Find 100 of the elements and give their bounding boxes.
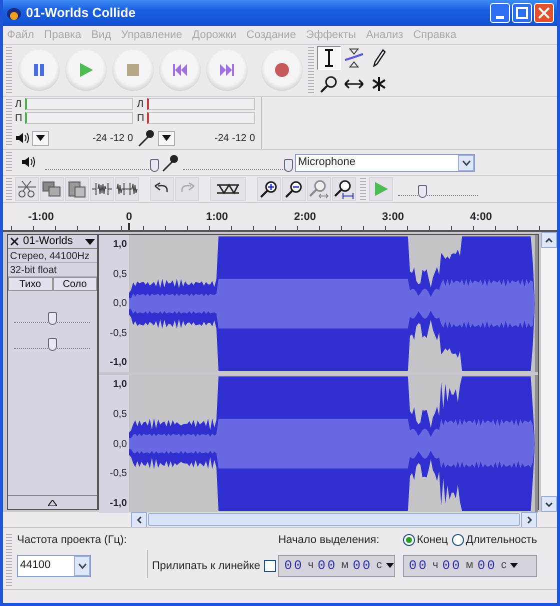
speaker-icon xyxy=(21,156,35,168)
solo-button[interactable]: Соло xyxy=(52,277,97,291)
zoom-in-button[interactable] xyxy=(257,177,281,201)
rate-label: Частота проекта (Гц): xyxy=(17,533,128,548)
zoom-out-button[interactable] xyxy=(282,177,306,201)
close-icon xyxy=(537,6,551,20)
chevron-icon xyxy=(545,238,553,242)
dropdown-button[interactable] xyxy=(32,130,49,146)
channel-label: П xyxy=(15,112,23,126)
envelope-icon xyxy=(344,48,364,68)
chevron-icon xyxy=(462,160,470,166)
input-source-dropdown[interactable]: Microphone xyxy=(295,154,475,172)
undo-button[interactable] xyxy=(150,177,174,201)
slider-thumb[interactable] xyxy=(418,185,427,198)
pan-slider-thumb[interactable] xyxy=(48,338,57,351)
rate-dropdown[interactable]: 44100 xyxy=(17,554,91,576)
fit-project-button[interactable] xyxy=(332,177,356,201)
slider-thumb[interactable] xyxy=(284,158,293,172)
double-arrow-icon xyxy=(344,78,364,88)
silence-button[interactable] xyxy=(115,177,139,201)
selection-start-label: Начало выделения: xyxy=(278,533,380,548)
copy-icon xyxy=(42,181,62,197)
scale-label: 0,0 xyxy=(113,438,127,452)
scroll-down-button[interactable] xyxy=(541,496,557,512)
maximize-icon xyxy=(515,6,529,20)
radio-button[interactable]: Длительность xyxy=(452,532,538,548)
scale-label: -1,0 xyxy=(110,356,127,370)
window-title: 01-Worlds Collide xyxy=(26,4,137,22)
chevron-icon xyxy=(545,502,553,506)
trim-button[interactable] xyxy=(90,177,114,201)
silence-icon xyxy=(116,181,138,197)
cut-button[interactable] xyxy=(15,177,39,201)
meter-tick-label: -12 xyxy=(232,132,246,146)
caret-icon xyxy=(85,238,95,244)
microphone-icon xyxy=(161,154,179,172)
scroll-right-button[interactable] xyxy=(521,512,537,528)
chevron-icon xyxy=(136,516,142,524)
link-icon xyxy=(216,182,240,196)
scroll-up-button[interactable] xyxy=(541,232,557,248)
zoom-out-icon xyxy=(285,180,303,198)
scrollbar-thumb[interactable] xyxy=(148,513,520,526)
scale-label: 0,0 xyxy=(113,297,127,312)
chevron-icon xyxy=(78,562,86,568)
caret-icon xyxy=(36,135,45,141)
scale-label: -1,0 xyxy=(110,496,127,511)
skip-start-icon xyxy=(172,63,188,77)
ruler-label: 2:00 xyxy=(294,210,316,225)
pencil-icon xyxy=(372,49,386,67)
zoom-fit-icon xyxy=(309,179,329,199)
snap-checkbox[interactable]: Прилипать к линейке xyxy=(152,558,276,574)
meter-tick-label: 0 xyxy=(249,132,255,146)
meter-tick-label: -24 xyxy=(214,132,229,146)
paste-button[interactable] xyxy=(65,177,89,201)
caret-icon xyxy=(386,563,394,568)
paste-icon xyxy=(68,180,86,198)
ruler-label: 4:00 xyxy=(470,210,492,225)
channel-label: П xyxy=(137,112,145,126)
meter-tick-label: -24 xyxy=(92,132,107,146)
scale-label: -0,5 xyxy=(110,467,127,482)
trim-icon xyxy=(91,181,113,197)
tool-button[interactable] xyxy=(317,46,341,70)
asterisk-icon xyxy=(371,76,387,92)
scale-label: 0,5 xyxy=(113,268,127,282)
dropdown-button[interactable] xyxy=(158,130,175,146)
microphone-icon xyxy=(137,129,155,147)
ruler-label: 3:00 xyxy=(382,210,404,225)
channel-label: Л xyxy=(15,98,23,112)
magnifier-icon xyxy=(320,74,338,92)
gain-slider-thumb[interactable] xyxy=(48,312,57,325)
maximize-button[interactable] xyxy=(512,3,532,23)
playhead-marker[interactable] xyxy=(128,223,130,230)
scale-label: 1,0 xyxy=(113,238,127,252)
slider-thumb[interactable] xyxy=(150,158,159,172)
minimize-button[interactable] xyxy=(490,3,510,23)
scale-label: 0,5 xyxy=(113,408,127,422)
play-icon xyxy=(373,181,389,197)
speaker-icon xyxy=(15,132,29,144)
radio-button[interactable]: Конец xyxy=(402,532,448,548)
scale-label: -0,5 xyxy=(110,326,127,341)
play-icon xyxy=(78,62,94,78)
mute-button[interactable]: Тихо xyxy=(8,277,52,291)
scroll-left-button[interactable] xyxy=(131,512,147,528)
skip-end-icon xyxy=(218,63,234,77)
track-name-menu[interactable]: 01-Worlds xyxy=(21,233,97,250)
minimize-icon xyxy=(496,16,504,18)
app-icon xyxy=(6,5,22,21)
time-field[interactable]: 00 ч 00 м 00 с xyxy=(278,554,395,576)
stop-icon xyxy=(126,63,140,77)
ruler-label: 0 xyxy=(126,210,132,225)
time-field[interactable]: 00 ч 00 м 00 с xyxy=(402,554,538,576)
sync-lock-button[interactable] xyxy=(210,177,246,201)
meter-tick-label: -12 xyxy=(110,132,124,146)
caret-icon xyxy=(162,135,171,141)
pause-icon xyxy=(32,63,46,77)
close-icon xyxy=(10,236,19,246)
chevron-icon xyxy=(526,516,532,524)
zoom-in-icon xyxy=(260,180,278,198)
cursor-icon xyxy=(323,49,335,67)
ruler-label: -1:00 xyxy=(28,210,54,225)
copy-button[interactable] xyxy=(40,177,64,201)
